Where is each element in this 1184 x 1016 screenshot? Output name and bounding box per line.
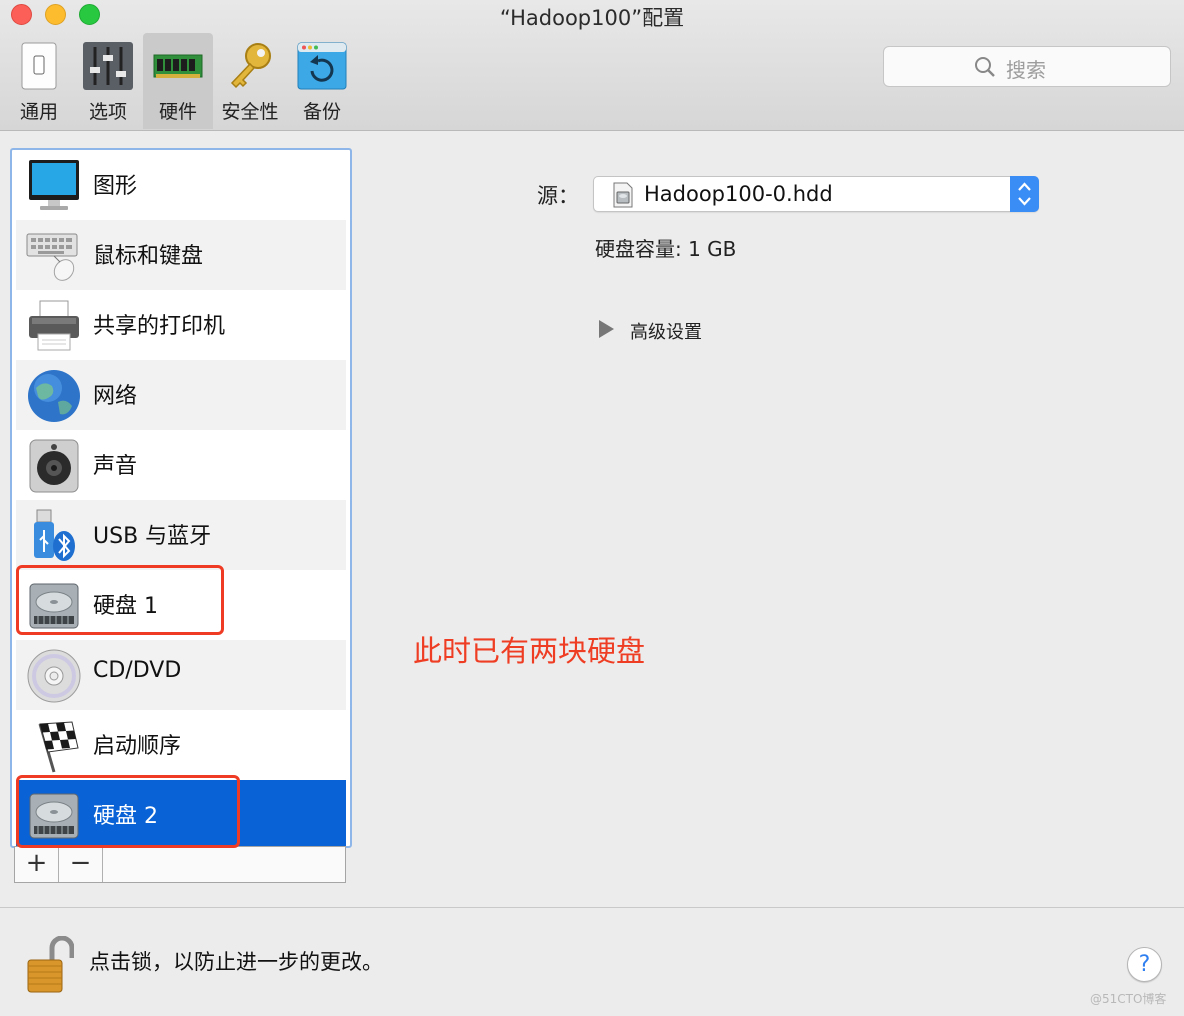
hardware-item-label: 共享的打印机 (93, 314, 226, 339)
general-switch-icon (21, 42, 57, 90)
popup-arrows-icon (1010, 176, 1039, 212)
keyboard-mouse-icon (26, 233, 78, 281)
annotation-text: 此时已有两块硬盘 (413, 634, 646, 668)
hardware-item-mouse-keyboard[interactable]: 鼠标和键盘 (16, 220, 346, 290)
source-label: 源： (537, 184, 579, 208)
lock-hint-text: 点击锁，以防止进一步的更改。 (89, 950, 383, 974)
toolbar-backup-label: 备份 (302, 101, 341, 123)
hardware-item-cd-dvd[interactable]: CD/DVD (16, 640, 346, 710)
hardware-item-label: 鼠标和键盘 (93, 244, 204, 269)
toolbar-security-label: 安全性 (221, 101, 279, 123)
hardware-item-graphics[interactable]: 图形 (16, 150, 346, 220)
list-add-remove-bar: + − (14, 846, 346, 883)
disclosure-triangle-icon (599, 320, 614, 338)
hardware-item-printer[interactable]: 共享的打印机 (16, 290, 346, 360)
watermark: @51CTO博客 (1090, 992, 1167, 1006)
hardware-item-label: CD/DVD (93, 658, 182, 683)
printer-icon (29, 300, 79, 351)
help-button[interactable]: ? (1127, 947, 1162, 982)
unlocked-padlock-icon[interactable] (26, 936, 74, 994)
toolbar-backup[interactable]: 备份 (287, 33, 357, 129)
toolbar-hardware[interactable]: 硬件 (143, 33, 213, 129)
cd-dvd-icon (27, 649, 81, 703)
usb-bluetooth-icon (34, 509, 75, 561)
window-title: “Hadoop100”配置 (499, 6, 685, 30)
source-popup[interactable]: Hadoop100-0.hdd (593, 176, 1039, 212)
toolbar-general-label: 通用 (19, 101, 58, 123)
source-value: Hadoop100-0.hdd (644, 182, 833, 206)
remove-device-button[interactable]: − (59, 847, 103, 882)
window-toolbar: “Hadoop100”配置 通用 选项 硬件 安全性 备份 搜索 (0, 0, 1184, 131)
disk-capacity: 硬盘容量: 1 GB (595, 237, 737, 261)
hardware-item-label: 网络 (93, 384, 138, 409)
search-field[interactable]: 搜索 (883, 46, 1171, 87)
toolbar-general[interactable]: 通用 (4, 33, 74, 129)
hardware-item-label: 声音 (93, 454, 138, 479)
checkered-flag-icon (38, 721, 79, 773)
hardware-item-label: 图形 (93, 174, 138, 199)
hardware-item-network[interactable]: 网络 (16, 360, 346, 430)
hardware-item-boot-order[interactable]: 启动顺序 (16, 710, 346, 780)
hardware-item-label: 启动顺序 (93, 734, 182, 759)
key-icon (230, 43, 271, 89)
memory-chip-icon (153, 54, 203, 78)
search-icon (975, 57, 995, 77)
hardware-item-usb-bluetooth[interactable]: USB 与蓝牙 (16, 500, 346, 570)
monitor-icon (29, 160, 79, 210)
sliders-icon (83, 42, 133, 90)
toolbar-options[interactable]: 选项 (73, 33, 143, 129)
highlight-box-hard-disk-2 (16, 775, 240, 848)
toolbar-hardware-label: 硬件 (158, 101, 197, 123)
disk-file-icon (613, 182, 633, 208)
advanced-settings-label: 高级设置 (630, 322, 702, 343)
footer-bar: 点击锁，以防止进一步的更改。 ? @51CTO博客 (0, 907, 1184, 1016)
globe-icon (28, 370, 80, 422)
hardware-item-label: USB 与蓝牙 (93, 524, 212, 549)
hardware-list: 图形 鼠标和键盘 共享的打印机 网络 声音 USB 与蓝牙 硬盘 1 CD/DV… (10, 148, 352, 848)
toolbar-security[interactable]: 安全性 (215, 33, 285, 129)
search-placeholder: 搜索 (1006, 58, 1046, 82)
toolbar-options-label: 选项 (88, 101, 127, 123)
add-device-button[interactable]: + (15, 847, 59, 882)
hardware-item-sound[interactable]: 声音 (16, 430, 346, 500)
backup-icon (297, 42, 347, 90)
highlight-box-hard-disk-1 (16, 565, 224, 635)
speaker-icon (29, 439, 79, 493)
